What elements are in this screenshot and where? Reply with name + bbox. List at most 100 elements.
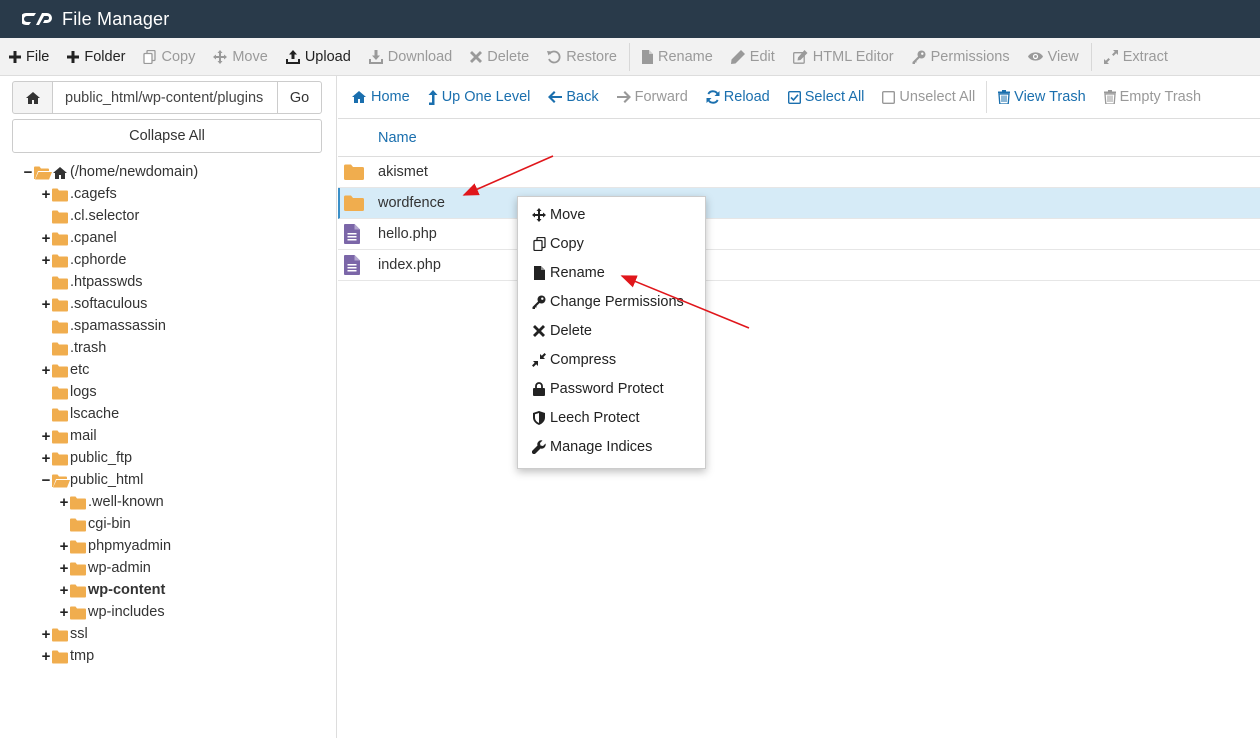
- tree-item-wp-admin[interactable]: + wp-admin: [0, 558, 337, 580]
- expand-toggle-icon[interactable]: +: [40, 253, 52, 269]
- tree-item-mail[interactable]: + mail: [0, 426, 337, 448]
- toolbar-upload-button[interactable]: Upload: [277, 38, 360, 75]
- tree-item-lscache[interactable]: lscache: [0, 404, 337, 426]
- toolbar-file-button[interactable]: File: [0, 38, 58, 75]
- folder-icon: [70, 606, 86, 620]
- tree-item-cl-selector[interactable]: .cl.selector: [0, 206, 337, 228]
- toolbar-rename-button[interactable]: Rename: [633, 38, 722, 75]
- context-menu-label: Rename: [550, 265, 605, 281]
- tree-item-spamassassin[interactable]: .spamassassin: [0, 316, 337, 338]
- toolbar-view-button[interactable]: View: [1019, 38, 1088, 75]
- expand-toggle-icon[interactable]: +: [40, 187, 52, 203]
- cpanel-logo-icon: [22, 9, 52, 29]
- tree-item-cagefs[interactable]: + .cagefs: [0, 184, 337, 206]
- expand-toggle-icon[interactable]: +: [58, 495, 70, 511]
- table-row[interactable]: hello.php: [338, 219, 1260, 250]
- tree-item-cpanel[interactable]: + .cpanel: [0, 228, 337, 250]
- context-menu-copy[interactable]: Copy: [531, 233, 584, 255]
- context-menu-rename[interactable]: Rename: [531, 262, 605, 284]
- toolbar-download-button[interactable]: Download: [360, 38, 462, 75]
- expand-toggle-icon[interactable]: +: [58, 583, 70, 599]
- toolbar-button-label: Permissions: [930, 48, 1010, 65]
- collapse-toggle-icon[interactable]: −: [40, 473, 52, 489]
- expand-toggle-icon[interactable]: +: [40, 231, 52, 247]
- folder-icon: [52, 430, 68, 444]
- context-menu-change-permissions[interactable]: Change Permissions: [531, 291, 684, 313]
- tree-item-tmp[interactable]: + tmp: [0, 646, 337, 668]
- toolbar-restore-button[interactable]: Restore: [538, 38, 626, 75]
- nav-back-button[interactable]: Back: [539, 76, 607, 118]
- tree-item-trash[interactable]: .trash: [0, 338, 337, 360]
- expand-toggle-icon[interactable]: +: [40, 649, 52, 665]
- collapse-all-button[interactable]: Collapse All: [12, 119, 322, 153]
- expand-toggle-icon[interactable]: +: [40, 363, 52, 379]
- checkbox-checked-icon: [787, 90, 801, 104]
- context-menu-password-protect[interactable]: Password Protect: [531, 378, 664, 400]
- nav-home-button[interactable]: Home: [342, 76, 419, 118]
- context-menu-label: Manage Indices: [550, 439, 653, 455]
- toolbar-permissions-button[interactable]: Permissions: [903, 38, 1019, 75]
- file-name: index.php: [378, 257, 441, 273]
- expand-toggle-icon[interactable]: +: [58, 561, 70, 577]
- expand-icon: [1103, 49, 1118, 64]
- tree-item-phpmyadmin[interactable]: + phpmyadmin: [0, 536, 337, 558]
- tree-item-etc[interactable]: + etc: [0, 360, 337, 382]
- tree-item-public-html[interactable]: − public_html: [0, 470, 337, 492]
- toolbar-extract-button[interactable]: Extract: [1095, 38, 1177, 75]
- tree-item-label: logs: [70, 384, 97, 400]
- nav-view-trash-button[interactable]: View Trash: [989, 76, 1094, 118]
- context-menu-move[interactable]: Move: [531, 204, 585, 226]
- toolbar-html-editor-button[interactable]: HTML Editor: [784, 38, 903, 75]
- collapse-toggle-icon[interactable]: −: [22, 165, 34, 181]
- expand-toggle-icon[interactable]: +: [40, 627, 52, 643]
- tree-item-softaculous[interactable]: + .softaculous: [0, 294, 337, 316]
- tree-item-htpasswds[interactable]: .htpasswds: [0, 272, 337, 294]
- tree-item-logs[interactable]: logs: [0, 382, 337, 404]
- tree-item-label: etc: [70, 362, 90, 378]
- tree-item-label: public_html: [70, 472, 144, 488]
- nav-unselect-all-button[interactable]: Unselect All: [873, 76, 984, 118]
- name-column-header[interactable]: Name: [378, 130, 417, 146]
- tree-item-well-known[interactable]: + .well-known: [0, 492, 337, 514]
- nav-select-all-button[interactable]: Select All: [779, 76, 874, 118]
- tree-item-label: wp-includes: [88, 604, 165, 620]
- tree-item-label: .cl.selector: [70, 208, 140, 224]
- toolbar-copy-button[interactable]: Copy: [134, 38, 204, 75]
- toolbar-delete-button[interactable]: Delete: [461, 38, 538, 75]
- home-button[interactable]: [12, 81, 53, 114]
- nav-reload-button[interactable]: Reload: [697, 76, 779, 118]
- nav-button-label: Select All: [804, 89, 865, 105]
- table-row[interactable]: index.php: [338, 250, 1260, 281]
- nav-empty-trash-button[interactable]: Empty Trash: [1095, 76, 1210, 118]
- context-menu-compress[interactable]: Compress: [531, 349, 616, 371]
- tree-item-cgi-bin[interactable]: cgi-bin: [0, 514, 337, 536]
- tree-item-cphorde[interactable]: + .cphorde: [0, 250, 337, 272]
- tree-item-wp-content[interactable]: + wp-content: [0, 580, 337, 602]
- tree-item-home-newdomain[interactable]: − (/home/newdomain): [0, 162, 337, 184]
- tree-item-label: .trash: [70, 340, 107, 356]
- expand-toggle-icon[interactable]: +: [58, 605, 70, 621]
- expand-toggle-icon[interactable]: +: [58, 539, 70, 555]
- tree-item-ssl[interactable]: + ssl: [0, 624, 337, 646]
- go-button[interactable]: Go: [277, 81, 322, 114]
- toolbar-button-label: Download: [387, 48, 453, 65]
- toolbar-move-button[interactable]: Move: [204, 38, 276, 75]
- expand-toggle-icon[interactable]: +: [40, 297, 52, 313]
- table-row[interactable]: wordfence: [338, 188, 1260, 219]
- toolbar-edit-button[interactable]: Edit: [722, 38, 784, 75]
- table-row[interactable]: akismet: [338, 157, 1260, 188]
- tree-item-public-ftp[interactable]: + public_ftp: [0, 448, 337, 470]
- context-menu: Move Copy Rename Change Permissions Delete Co…: [517, 196, 706, 469]
- nav-forward-button[interactable]: Forward: [608, 76, 697, 118]
- context-menu-leech-protect[interactable]: Leech Protect: [531, 407, 639, 429]
- path-input[interactable]: [53, 81, 278, 114]
- expand-toggle-icon[interactable]: +: [40, 451, 52, 467]
- expand-toggle-icon[interactable]: +: [40, 429, 52, 445]
- nav-up-one-level-button[interactable]: Up One Level: [419, 76, 540, 118]
- toolbar-folder-button[interactable]: Folder: [58, 38, 134, 75]
- context-menu-delete[interactable]: Delete: [531, 320, 592, 342]
- tree-item-label: .softaculous: [70, 296, 148, 312]
- tree-item-wp-includes[interactable]: + wp-includes: [0, 602, 337, 624]
- context-menu-manage-indices[interactable]: Manage Indices: [531, 436, 652, 458]
- file-icon: [531, 266, 547, 280]
